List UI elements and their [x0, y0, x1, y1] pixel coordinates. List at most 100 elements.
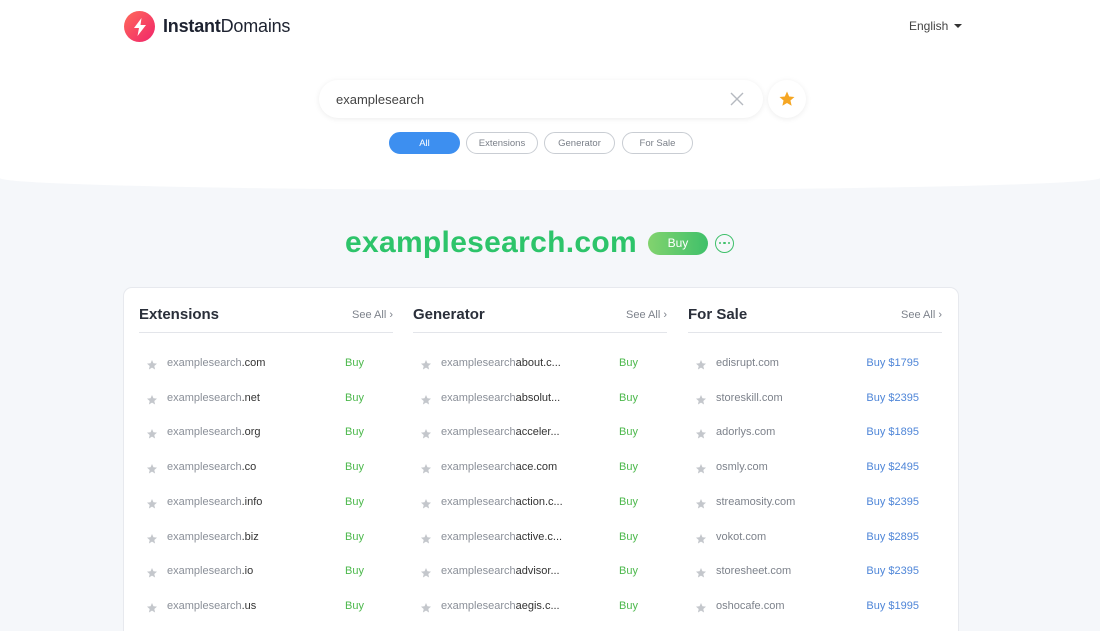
tab-extensions[interactable]: Extensions: [466, 132, 538, 154]
buy-link[interactable]: Buy: [345, 426, 364, 438]
close-icon[interactable]: [729, 91, 745, 107]
buy-link[interactable]: Buy: [345, 531, 364, 543]
domain-name[interactable]: storeskill.com: [716, 392, 783, 404]
star-icon[interactable]: [695, 462, 707, 474]
star-icon[interactable]: [146, 532, 158, 544]
domain-name[interactable]: examplesearch.net: [167, 392, 260, 404]
domain-row: examplesearchaegis.c... Buy: [413, 597, 667, 617]
domain-name[interactable]: examplesearchace.com: [441, 461, 557, 473]
buy-link[interactable]: Buy: [345, 392, 364, 404]
buy-link[interactable]: Buy $2895: [866, 531, 919, 543]
star-icon[interactable]: [420, 497, 432, 509]
star-icon[interactable]: [420, 358, 432, 370]
domain-name[interactable]: examplesearch.com: [167, 357, 265, 369]
domain-base: examplesearch: [167, 426, 242, 439]
domain-name[interactable]: examplesearch.org: [167, 426, 261, 438]
domain-name[interactable]: examplesearch.io: [167, 565, 253, 577]
see-all-link[interactable]: See All ›: [901, 309, 942, 321]
star-icon[interactable]: [695, 601, 707, 613]
domain-name[interactable]: osmly.com: [716, 461, 768, 473]
buy-link[interactable]: Buy: [619, 392, 638, 404]
tab-generator[interactable]: Generator: [544, 132, 615, 154]
domain-suffix: acceler...: [515, 426, 560, 439]
domain-name[interactable]: examplesearch.us: [167, 600, 256, 612]
domain-name[interactable]: examplesearchadvisor...: [441, 565, 560, 577]
buy-link[interactable]: Buy: [619, 531, 638, 543]
domain-name[interactable]: edisrupt.com: [716, 357, 779, 369]
domain-name[interactable]: examplesearch.info: [167, 496, 262, 508]
star-icon[interactable]: [146, 358, 158, 370]
featured-domain: examplesearch.com Buy: [345, 225, 734, 261]
buy-link[interactable]: Buy: [345, 496, 364, 508]
star-icon[interactable]: [420, 566, 432, 578]
search-input[interactable]: [336, 91, 706, 107]
star-icon[interactable]: [146, 566, 158, 578]
domain-row: storesheet.com Buy $2395: [688, 562, 942, 582]
featured-buy-button[interactable]: Buy: [647, 231, 708, 255]
buy-link[interactable]: Buy: [619, 426, 638, 438]
domain-name[interactable]: examplesearchacceler...: [441, 426, 560, 438]
language-label: English: [909, 19, 949, 33]
buy-link[interactable]: Buy: [345, 600, 364, 612]
domain-name[interactable]: examplesearch.co: [167, 461, 256, 473]
domain-name[interactable]: adorlys.com: [716, 426, 775, 438]
buy-link[interactable]: Buy: [619, 496, 638, 508]
see-all-link[interactable]: See All ›: [352, 309, 393, 321]
buy-link[interactable]: Buy: [345, 461, 364, 473]
brand-name-bold: Instant: [163, 16, 221, 36]
buy-link[interactable]: Buy $2395: [866, 392, 919, 404]
buy-link[interactable]: Buy $2495: [866, 461, 919, 473]
star-icon[interactable]: [695, 497, 707, 509]
buy-link[interactable]: Buy: [619, 600, 638, 612]
star-icon[interactable]: [146, 393, 158, 405]
star-icon[interactable]: [420, 532, 432, 544]
more-dots-icon[interactable]: [714, 233, 734, 253]
star-icon[interactable]: [146, 497, 158, 509]
star-icon[interactable]: [146, 601, 158, 613]
domain-name[interactable]: oshocafe.com: [716, 600, 784, 612]
buy-link[interactable]: Buy: [619, 461, 638, 473]
domain-name[interactable]: streamosity.com: [716, 496, 795, 508]
buy-link[interactable]: Buy: [619, 357, 638, 369]
domain-name[interactable]: vokot.com: [716, 531, 766, 543]
domain-base: examplesearch: [441, 530, 516, 543]
star-icon[interactable]: [146, 427, 158, 439]
buy-link[interactable]: Buy: [619, 565, 638, 577]
buy-link[interactable]: Buy $1995: [866, 600, 919, 612]
buy-link[interactable]: Buy $2395: [866, 496, 919, 508]
star-icon[interactable]: [695, 427, 707, 439]
star-icon[interactable]: [146, 462, 158, 474]
domain-name[interactable]: examplesearch.biz: [167, 531, 259, 543]
star-icon[interactable]: [695, 393, 707, 405]
star-icon[interactable]: [695, 532, 707, 544]
buy-link[interactable]: Buy $1895: [866, 426, 919, 438]
see-all-link[interactable]: See All ›: [626, 309, 667, 321]
domain-name[interactable]: examplesearchabsolut...: [441, 392, 560, 404]
star-icon[interactable]: [420, 462, 432, 474]
buy-link[interactable]: Buy $1795: [866, 357, 919, 369]
brand-logo[interactable]: InstantDomains: [124, 11, 290, 42]
star-icon[interactable]: [420, 601, 432, 613]
domain-row: examplesearchaction.c... Buy: [413, 493, 667, 513]
column-header: Generator See All ›: [413, 306, 667, 333]
star-icon[interactable]: [695, 566, 707, 578]
language-selector[interactable]: English: [909, 19, 963, 33]
domain-name[interactable]: examplesearchaction.c...: [441, 496, 563, 508]
favorites-button[interactable]: [768, 80, 806, 118]
domain-name[interactable]: examplesearchactive.c...: [441, 531, 562, 543]
buy-link[interactable]: Buy: [345, 565, 364, 577]
star-icon[interactable]: [420, 427, 432, 439]
buy-link[interactable]: Buy $2395: [866, 565, 919, 577]
star-icon[interactable]: [420, 393, 432, 405]
domain-name[interactable]: examplesearchaegis.c...: [441, 600, 560, 612]
domain-name[interactable]: examplesearchabout.c...: [441, 357, 561, 369]
domain-suffix: .co: [241, 461, 257, 474]
chevron-right-icon: ›: [389, 309, 393, 321]
domain-name[interactable]: storesheet.com: [716, 565, 791, 577]
domain-base: examplesearch: [167, 391, 242, 404]
star-icon[interactable]: [695, 358, 707, 370]
domain-base: examplesearch: [441, 391, 516, 404]
tab-for-sale[interactable]: For Sale: [622, 132, 693, 154]
buy-link[interactable]: Buy: [345, 357, 364, 369]
tab-all[interactable]: All: [389, 132, 460, 154]
